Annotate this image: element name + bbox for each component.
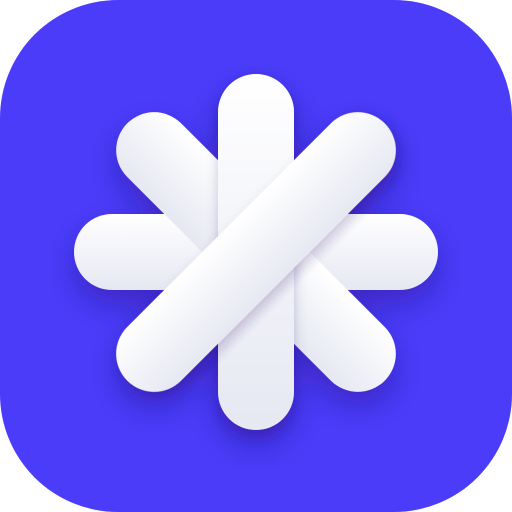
- app-icon: [0, 0, 512, 512]
- asterisk-icon: [74, 74, 438, 430]
- app-icon-graphic: [0, 0, 512, 512]
